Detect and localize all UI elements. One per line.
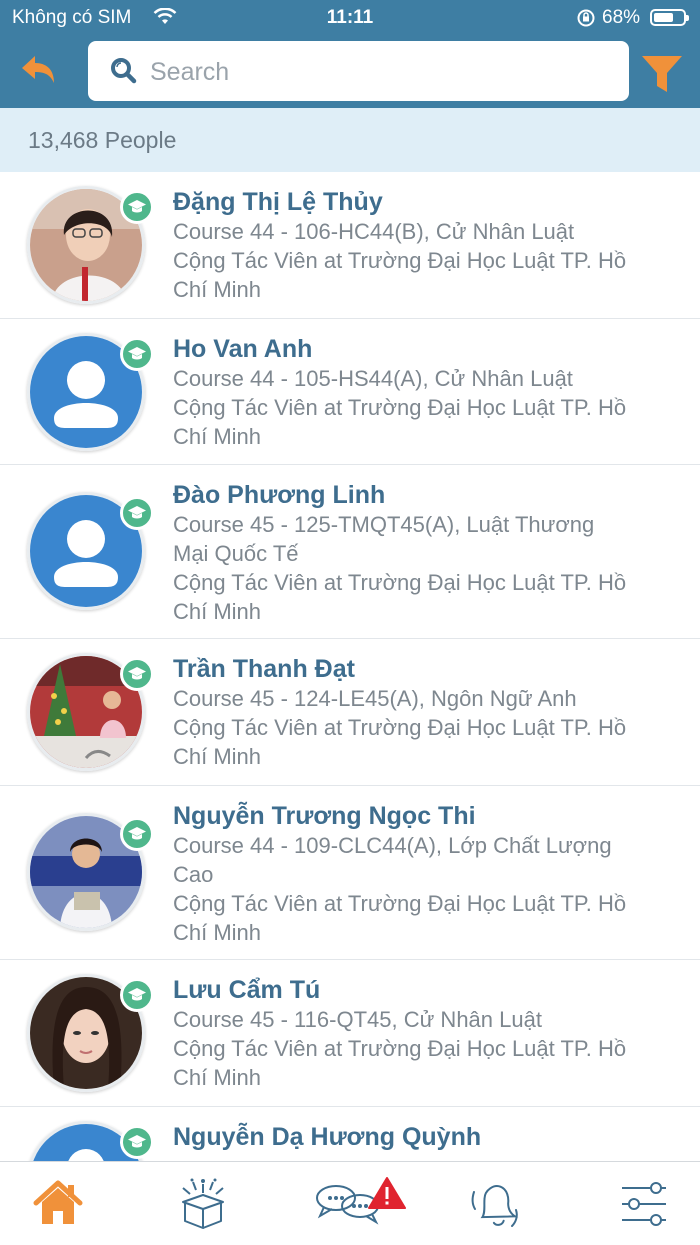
graduate-badge [120,190,154,224]
person-name: Trần Thanh Đạt [173,655,355,683]
person-name: Ho Van Anh [173,335,313,363]
chat-alert-icon [316,1177,406,1225]
graduation-cap-icon [128,200,146,213]
person-name: Đặng Thị Lệ Thủy [173,188,383,216]
role-line: Chí Minh [173,424,262,449]
list-item[interactable]: Nguyễn Dạ Hương Quỳnh [0,1107,700,1161]
back-button[interactable] [18,50,58,92]
role-line: Chí Minh [173,744,262,769]
list-item[interactable]: Đặng Thị Lệ Thủy Course 44 - 106-HC44(B)… [0,172,700,319]
person-info: Nguyễn Trương Ngọc Thi Course 44 - 109-C… [173,801,673,947]
graduate-badge [120,1125,154,1159]
person-name: Nguyễn Dạ Hương Quỳnh [173,1123,482,1151]
tab-settings[interactable] [616,1176,672,1232]
course-line: Course 44 - 109-CLC44(A), Lớp Chất Lượng [173,833,612,858]
people-count-bar: 13,468 People [0,108,700,172]
person-name: Lưu Cẩm Tú [173,976,321,1004]
rotation-lock-icon [576,8,596,34]
role-line: Chí Minh [173,1065,262,1090]
graduation-cap-icon [128,506,146,519]
role-line: Chí Minh [173,920,262,945]
list-item[interactable]: Đào Phương Linh Course 45 - 125-TMQT45(A… [0,465,700,639]
list-item[interactable]: Ho Van Anh Course 44 - 105-HS44(A), Cử N… [0,319,700,465]
person-info: Ho Van Anh Course 44 - 105-HS44(A), Cử N… [173,334,673,451]
course-line: Course 45 - 116-QT45, Cử Nhân Luật [173,1007,542,1032]
course-line: Course 45 - 124-LE45(A), Ngôn Ngữ Anh [173,686,577,711]
course-line: Mại Quốc Tế [173,541,299,566]
role-line: Cộng Tác Viên at Trường Đại Học Luật TP.… [173,715,627,740]
role-line: Cộng Tác Viên at Trường Đại Học Luật TP.… [173,248,627,273]
course-line: Course 44 - 105-HS44(A), Cử Nhân Luật [173,366,573,391]
person-name: Đào Phương Linh [173,481,386,509]
search-input[interactable] [148,51,612,93]
home-icon [33,1180,83,1224]
bell-icon [471,1185,519,1227]
person-info: Đặng Thị Lệ Thủy Course 44 - 106-HC44(B)… [173,187,673,304]
tab-bar [0,1161,700,1245]
people-list[interactable]: Đặng Thị Lệ Thủy Course 44 - 106-HC44(B)… [0,172,700,1161]
person-name: Nguyễn Trương Ngọc Thi [173,802,476,830]
tab-home[interactable] [30,1176,86,1232]
role-line: Cộng Tác Viên at Trường Đại Học Luật TP.… [173,891,627,916]
gift-box-icon [182,1178,224,1229]
top-bar: Không có SIM 11:11 68% [0,0,700,108]
course-line: Course 45 - 125-TMQT45(A), Luật Thương [173,512,595,537]
role-line: Chí Minh [173,277,262,302]
person-info: Trần Thanh Đạt Course 45 - 124-LE45(A), … [173,654,673,771]
graduate-badge [120,817,154,851]
list-item[interactable]: Nguyễn Trương Ngọc Thi Course 44 - 109-C… [0,786,700,960]
graduation-cap-icon [128,1135,146,1148]
search-bar[interactable] [88,41,629,101]
person-info: Nguyễn Dạ Hương Quỳnh [173,1122,673,1152]
graduation-cap-icon [128,667,146,680]
course-line: Course 44 - 106-HC44(B), Cử Nhân Luật [173,219,575,244]
role-line: Cộng Tác Viên at Trường Đại Học Luật TP.… [173,1036,627,1061]
battery-icon [650,9,689,26]
sliders-icon [622,1182,666,1226]
person-info: Lưu Cẩm Tú Course 45 - 116-QT45, Cử Nhân… [173,975,673,1092]
tab-messages[interactable] [314,1176,406,1232]
battery-percent: 68% [602,7,641,28]
status-bar: Không có SIM 11:11 68% [0,0,700,36]
graduate-badge [120,337,154,371]
graduate-badge [120,978,154,1012]
graduate-badge [120,657,154,691]
tab-notifications[interactable] [468,1176,524,1232]
back-arrow-icon [22,56,54,83]
role-line: Chí Minh [173,599,262,624]
course-line: Cao [173,862,214,887]
filter-button[interactable] [640,52,684,96]
list-item[interactable]: Lưu Cẩm Tú Course 45 - 116-QT45, Cử Nhân… [0,960,700,1107]
role-line: Cộng Tác Viên at Trường Đại Học Luật TP.… [173,570,627,595]
graduate-badge [120,496,154,530]
graduation-cap-icon [128,827,146,840]
role-line: Cộng Tác Viên at Trường Đại Học Luật TP.… [173,395,627,420]
filter-icon [642,56,682,92]
person-info: Đào Phương Linh Course 45 - 125-TMQT45(A… [173,480,673,626]
people-count: 13,468 People [28,127,177,153]
tab-events[interactable] [175,1176,231,1232]
list-item[interactable]: Trần Thanh Đạt Course 45 - 124-LE45(A), … [0,639,700,786]
graduation-cap-icon [128,988,146,1001]
search-icon [108,56,138,91]
graduation-cap-icon [128,347,146,360]
